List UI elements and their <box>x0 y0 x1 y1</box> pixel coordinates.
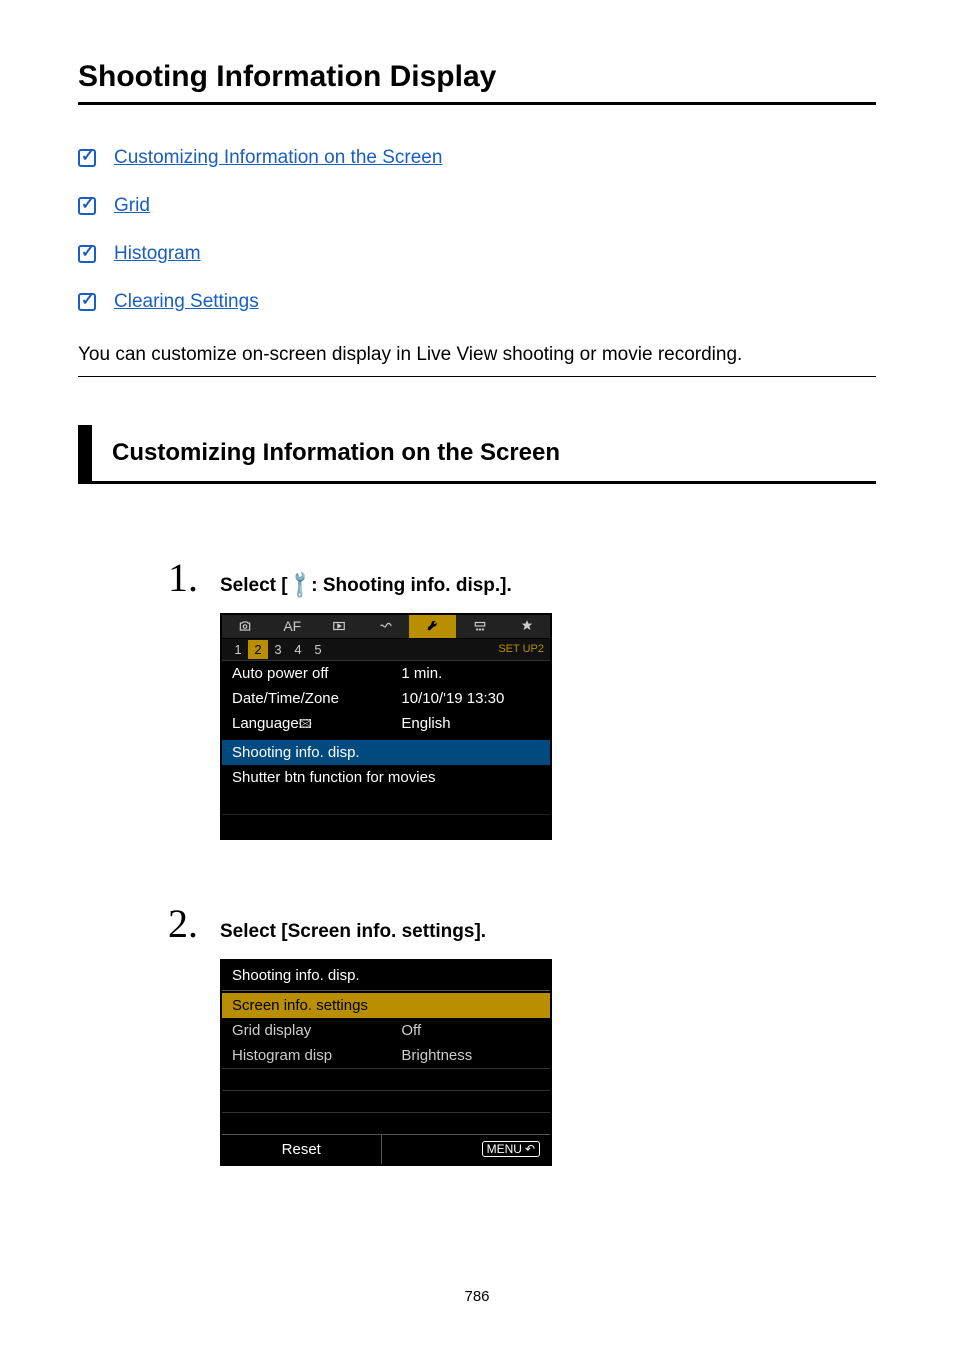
check-icon <box>78 197 96 215</box>
check-icon <box>78 245 96 263</box>
tab-shoot <box>222 615 269 639</box>
menu-row-shutterbtn: Shutter btn function for movies <box>222 765 550 790</box>
menu-spacer <box>222 1112 550 1134</box>
subtab-5: 5 <box>308 640 328 659</box>
row-label: Grid display <box>232 1022 401 1039</box>
menu-row-grid: Grid display Off <box>222 1018 550 1043</box>
play-icon <box>331 619 347 633</box>
subtab-4: 4 <box>288 640 308 659</box>
menu-back-badge: MENU ↶ <box>482 1141 540 1157</box>
tab-setup <box>409 615 456 639</box>
bottom-bar: Reset MENU ↶ <box>222 1134 550 1164</box>
lang-symbol-icon: 🖾 <box>299 717 312 731</box>
row-label: Language🖾 <box>232 715 401 736</box>
camera-menu-screenshot-1: AF 1 2 3 <box>220 613 552 840</box>
subtab-1: 1 <box>228 640 248 659</box>
menu-row-autopoweroff: Auto power off 1 min. <box>222 661 550 686</box>
tab-custom <box>456 615 503 639</box>
section-title: Customizing Information on the Screen <box>92 425 560 481</box>
subtab-2: 2 <box>248 640 268 659</box>
page-number: 786 <box>0 1288 954 1305</box>
toc-item: Customizing Information on the Screen <box>78 147 876 169</box>
toc-link-customizing[interactable]: Customizing Information on the Screen <box>114 147 442 169</box>
divider <box>78 376 876 377</box>
row-value: Brightness <box>401 1047 472 1064</box>
step-1: 1. Select [🔧: Shooting info. disp.]. AF <box>168 554 876 840</box>
toc-item: Clearing Settings <box>78 291 876 313</box>
step-2: 2. Select [Screen info. settings]. Shoot… <box>168 900 876 1166</box>
menu-spacer <box>222 1090 550 1112</box>
subtab-3: 3 <box>268 640 288 659</box>
toc-link-histogram[interactable]: Histogram <box>114 243 201 265</box>
section-accent-bar <box>78 425 92 481</box>
step-title: Select [Screen info. settings]. <box>220 921 486 943</box>
row-label: Shooting info. disp. <box>232 744 540 761</box>
divider <box>222 990 550 991</box>
toc-list: Customizing Information on the Screen Gr… <box>78 147 876 313</box>
tab-af: AF <box>269 615 316 639</box>
toc-item: Histogram <box>78 243 876 265</box>
wrench-icon <box>425 619 441 633</box>
row-value: English <box>401 715 540 736</box>
menu-row-language: Language🖾 English <box>222 711 550 740</box>
row-value: Off <box>401 1022 421 1039</box>
step1-prefix: Select [ <box>220 575 288 596</box>
toc-link-clearing[interactable]: Clearing Settings <box>114 291 259 313</box>
menu-row-datetime: Date/Time/Zone 10/10/'19 13:30 <box>222 686 550 711</box>
reset-button: Reset <box>222 1135 382 1164</box>
row-label: Shutter btn function for movies <box>232 769 540 786</box>
star-icon <box>519 619 535 633</box>
wrench-icon: 🔧 <box>283 568 317 602</box>
submenu-header: Shooting info. disp. <box>222 961 550 990</box>
menu-back: MENU ↶ <box>382 1135 551 1164</box>
menu-spacer <box>222 814 550 838</box>
wave-icon <box>378 619 394 633</box>
camera-icon <box>237 619 253 633</box>
menu-row-histogram: Histogram disp Brightness <box>222 1043 550 1068</box>
tab-play <box>316 615 363 639</box>
custom-icon <box>472 619 488 633</box>
setup-label: SET UP2 <box>498 643 550 655</box>
row-label: Auto power off <box>232 665 401 682</box>
menu-row-screeninfo: Screen info. settings <box>222 993 550 1018</box>
intro-text: You can customize on-screen display in L… <box>78 341 876 370</box>
menu-label: MENU <box>487 1142 522 1156</box>
menu-spacer <box>222 1068 550 1090</box>
menu-spacer <box>222 790 550 814</box>
camera-menu-screenshot-2: Shooting info. disp. Screen info. settin… <box>220 959 552 1166</box>
tab-net <box>363 615 410 639</box>
toc-link-grid[interactable]: Grid <box>114 195 150 217</box>
toc-item: Grid <box>78 195 876 217</box>
row-label: Date/Time/Zone <box>232 690 401 707</box>
section-heading: Customizing Information on the Screen <box>78 425 876 484</box>
return-icon: ↶ <box>525 1142 535 1156</box>
check-icon <box>78 149 96 167</box>
step1-suffix: : Shooting info. disp.]. <box>311 575 512 596</box>
row-value: 1 min. <box>401 665 540 682</box>
step-number: 1. <box>168 554 220 601</box>
row-value: 10/10/'19 13:30 <box>401 690 540 707</box>
step-number: 2. <box>168 900 220 947</box>
page-title: Shooting Information Display <box>78 60 876 105</box>
step-title: Select [🔧: Shooting info. disp.]. <box>220 573 512 597</box>
row-label: Histogram disp <box>232 1047 401 1064</box>
tab-star <box>503 615 550 639</box>
check-icon <box>78 293 96 311</box>
menu-row-shootinginfo: Shooting info. disp. <box>222 740 550 765</box>
